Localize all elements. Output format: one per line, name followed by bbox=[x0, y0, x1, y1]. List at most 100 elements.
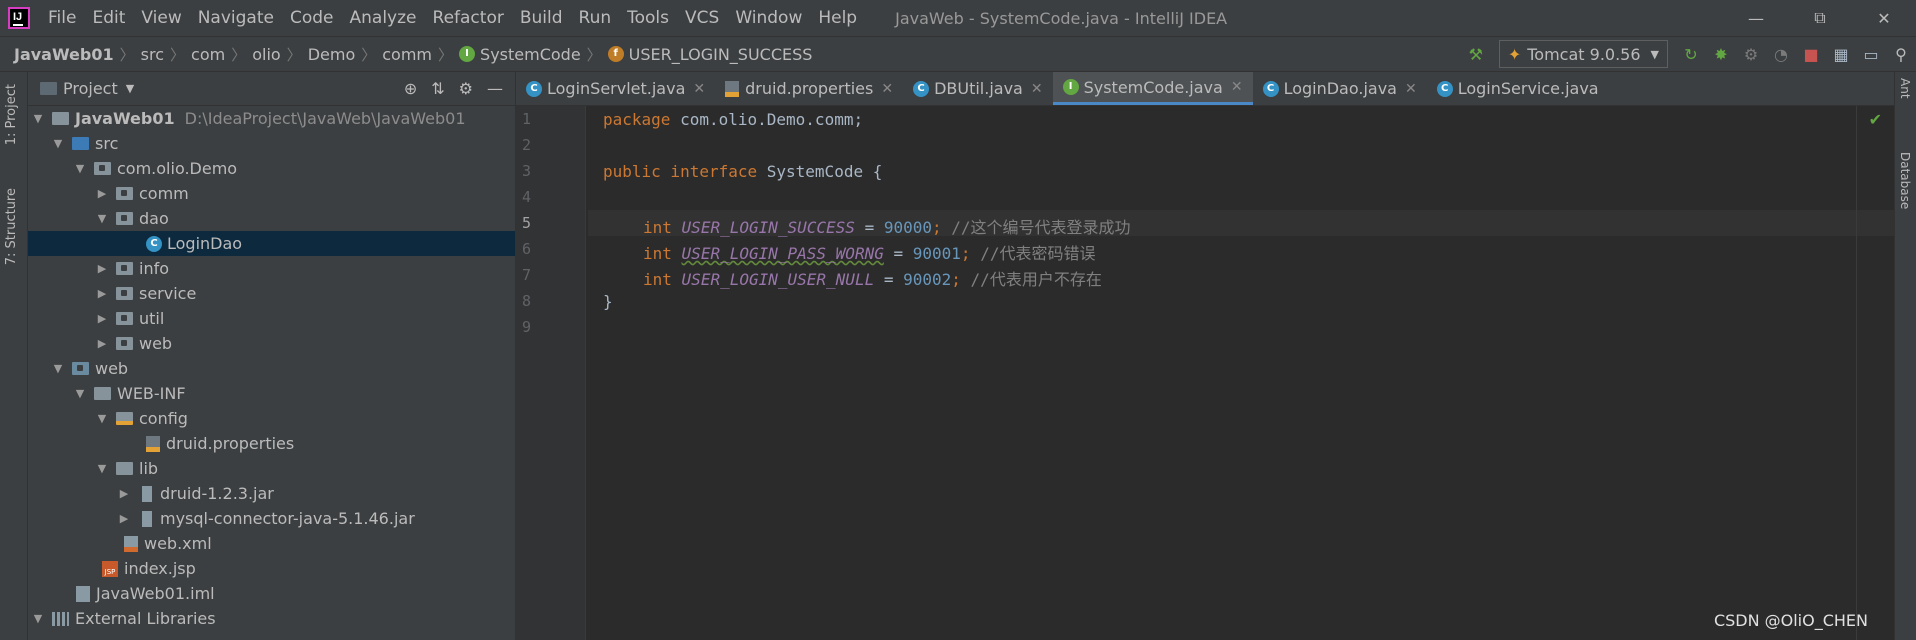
tree-item-package-demo[interactable]: ▼ com.olio.Demo bbox=[28, 156, 515, 181]
coverage-icon[interactable]: ⚙ bbox=[1736, 39, 1766, 69]
menu-refactor[interactable]: Refactor bbox=[425, 8, 512, 28]
project-view-selector[interactable]: Project bbox=[63, 79, 118, 98]
breadcrumb-com[interactable]: com bbox=[191, 45, 225, 64]
chevron-down-icon[interactable]: ▼ bbox=[126, 82, 134, 95]
close-tab-icon[interactable]: ✕ bbox=[881, 81, 893, 97]
expanded-arrow-icon[interactable]: ▼ bbox=[72, 162, 88, 175]
tree-item-index-jsp[interactable]: JSP index.jsp bbox=[28, 556, 515, 581]
expanded-arrow-icon[interactable]: ▼ bbox=[30, 112, 46, 125]
tree-item-comm[interactable]: ▶ comm bbox=[28, 181, 515, 206]
project-tool-tab[interactable]: 1: Project bbox=[4, 78, 19, 151]
menu-tools[interactable]: Tools bbox=[619, 8, 677, 28]
number: 90001 bbox=[912, 244, 961, 263]
tree-item-util[interactable]: ▶ util bbox=[28, 306, 515, 331]
menu-file[interactable]: File bbox=[40, 8, 84, 28]
tree-item-mysql-jar[interactable]: ▶ mysql-connector-java-5.1.46.jar bbox=[28, 506, 515, 531]
class-icon: C bbox=[1436, 80, 1453, 97]
tree-item-lib[interactable]: ▼ lib bbox=[28, 456, 515, 481]
tab-systemcode[interactable]: I SystemCode.java ✕ bbox=[1052, 72, 1253, 105]
expanded-arrow-icon[interactable]: ▼ bbox=[94, 212, 110, 225]
menu-run[interactable]: Run bbox=[571, 8, 620, 28]
close-icon[interactable]: ✕ bbox=[1852, 0, 1916, 36]
breadcrumb-project[interactable]: JavaWeb01 bbox=[14, 45, 114, 64]
collapsed-arrow-icon[interactable]: ▶ bbox=[94, 337, 110, 350]
package-icon bbox=[116, 312, 133, 325]
search-icon[interactable]: ⚲ bbox=[1886, 39, 1916, 69]
expanded-arrow-icon[interactable]: ▼ bbox=[72, 387, 88, 400]
collapsed-arrow-icon[interactable]: ▶ bbox=[116, 487, 132, 500]
minimize-icon[interactable]: — bbox=[1724, 0, 1788, 36]
tab-druid-properties[interactable]: druid.properties ✕ bbox=[715, 72, 903, 105]
locate-icon[interactable]: ⊕ bbox=[404, 79, 417, 98]
close-tab-icon[interactable]: ✕ bbox=[1405, 81, 1417, 97]
menu-edit[interactable]: Edit bbox=[84, 8, 133, 28]
close-tab-icon[interactable]: ✕ bbox=[693, 81, 705, 97]
run-configuration-dropdown[interactable]: ✦ Tomcat 9.0.56 ▼ bbox=[1498, 40, 1668, 68]
menu-vcs[interactable]: VCS bbox=[677, 8, 727, 28]
terminal-icon[interactable]: ▭ bbox=[1856, 39, 1886, 69]
expanded-arrow-icon[interactable]: ▼ bbox=[30, 612, 46, 625]
breadcrumb-field[interactable]: f USER_LOGIN_SUCCESS bbox=[607, 45, 812, 64]
collapsed-arrow-icon[interactable]: ▶ bbox=[94, 287, 110, 300]
menu-code[interactable]: Code bbox=[282, 8, 342, 28]
breadcrumb-demo[interactable]: Demo bbox=[308, 45, 356, 64]
expanded-arrow-icon[interactable]: ▼ bbox=[50, 362, 66, 375]
tree-item-druid-properties[interactable]: druid.properties bbox=[28, 431, 515, 456]
stop-icon[interactable]: ■ bbox=[1796, 39, 1826, 69]
close-tab-icon[interactable]: ✕ bbox=[1231, 79, 1243, 95]
menu-view[interactable]: View bbox=[133, 8, 189, 28]
menu-help[interactable]: Help bbox=[810, 8, 865, 28]
menu-window[interactable]: Window bbox=[727, 8, 810, 28]
no-problems-check-icon[interactable]: ✔ bbox=[1869, 110, 1882, 129]
expanded-arrow-icon[interactable]: ▼ bbox=[50, 137, 66, 150]
tree-item-dao[interactable]: ▼ dao bbox=[28, 206, 515, 231]
keyword: int bbox=[643, 244, 672, 263]
tree-item-logindao[interactable]: C LoginDao bbox=[28, 231, 515, 256]
breadcrumb-olio[interactable]: olio bbox=[252, 45, 280, 64]
rerun-icon[interactable]: ↻ bbox=[1676, 39, 1706, 69]
hide-icon[interactable]: — bbox=[487, 79, 503, 98]
project-structure-icon[interactable]: ▦ bbox=[1826, 39, 1856, 69]
tab-loginservlet[interactable]: C LoginServlet.java ✕ bbox=[516, 72, 715, 105]
tree-item-info[interactable]: ▶ info bbox=[28, 256, 515, 281]
tree-item-service[interactable]: ▶ service bbox=[28, 281, 515, 306]
tree-item-web-package[interactable]: ▶ web bbox=[28, 331, 515, 356]
tree-item-web-inf[interactable]: ▼ WEB-INF bbox=[28, 381, 515, 406]
tree-item-druid-jar[interactable]: ▶ druid-1.2.3.jar bbox=[28, 481, 515, 506]
collapsed-arrow-icon[interactable]: ▶ bbox=[94, 187, 110, 200]
tree-item-project-root[interactable]: ▼ JavaWeb01 D:\IdeaProject\JavaWeb\JavaWeb… bbox=[28, 106, 515, 131]
code-editor[interactable]: 1 2 3 4 5 6 7 8 9 package com.olio.Demo.… bbox=[516, 106, 1894, 640]
tree-item-config[interactable]: ▼ config bbox=[28, 406, 515, 431]
tree-item-external-libraries[interactable]: ▼ External Libraries bbox=[28, 606, 515, 631]
breadcrumb-src[interactable]: src bbox=[141, 45, 164, 64]
collapsed-arrow-icon[interactable]: ▶ bbox=[116, 512, 132, 525]
menu-navigate[interactable]: Navigate bbox=[190, 8, 282, 28]
ant-tool-tab[interactable]: Ant bbox=[1898, 78, 1912, 99]
structure-tool-tab[interactable]: 7: Structure bbox=[4, 182, 19, 271]
collapsed-arrow-icon[interactable]: ▶ bbox=[94, 262, 110, 275]
tree-item-iml[interactable]: JavaWeb01.iml bbox=[28, 581, 515, 606]
collapse-all-icon[interactable]: ⇅ bbox=[431, 79, 444, 98]
close-tab-icon[interactable]: ✕ bbox=[1031, 81, 1043, 97]
build-hammer-icon[interactable]: ⚒ bbox=[1461, 39, 1491, 69]
breadcrumb-comm[interactable]: comm bbox=[382, 45, 432, 64]
tree-item-src[interactable]: ▼ src bbox=[28, 131, 515, 156]
tab-loginservice[interactable]: C LoginService.java bbox=[1427, 72, 1609, 105]
tab-dbutil[interactable]: C DBUtil.java ✕ bbox=[903, 72, 1053, 105]
gear-icon[interactable]: ⚙ bbox=[459, 79, 473, 98]
collapsed-arrow-icon[interactable]: ▶ bbox=[94, 312, 110, 325]
restore-icon[interactable]: ⧉ bbox=[1788, 0, 1852, 36]
tree-item-web-xml[interactable]: web.xml bbox=[28, 531, 515, 556]
database-tool-tab[interactable]: Database bbox=[1898, 152, 1912, 209]
breadcrumb-systemcode[interactable]: I SystemCode bbox=[459, 45, 581, 64]
expanded-arrow-icon[interactable]: ▼ bbox=[94, 462, 110, 475]
tree-item-web-folder[interactable]: ▼ web bbox=[28, 356, 515, 381]
menu-analyze[interactable]: Analyze bbox=[342, 8, 425, 28]
tab-logindao[interactable]: C LoginDao.java ✕ bbox=[1253, 72, 1427, 105]
expanded-arrow-icon[interactable]: ▼ bbox=[94, 412, 110, 425]
menu-build[interactable]: Build bbox=[512, 8, 571, 28]
code-area[interactable]: package com.olio.Demo.comm; public inter… bbox=[588, 106, 1894, 640]
profile-icon[interactable]: ◔ bbox=[1766, 39, 1796, 69]
debug-icon[interactable]: ✸ bbox=[1706, 39, 1736, 69]
jar-icon bbox=[142, 485, 152, 502]
